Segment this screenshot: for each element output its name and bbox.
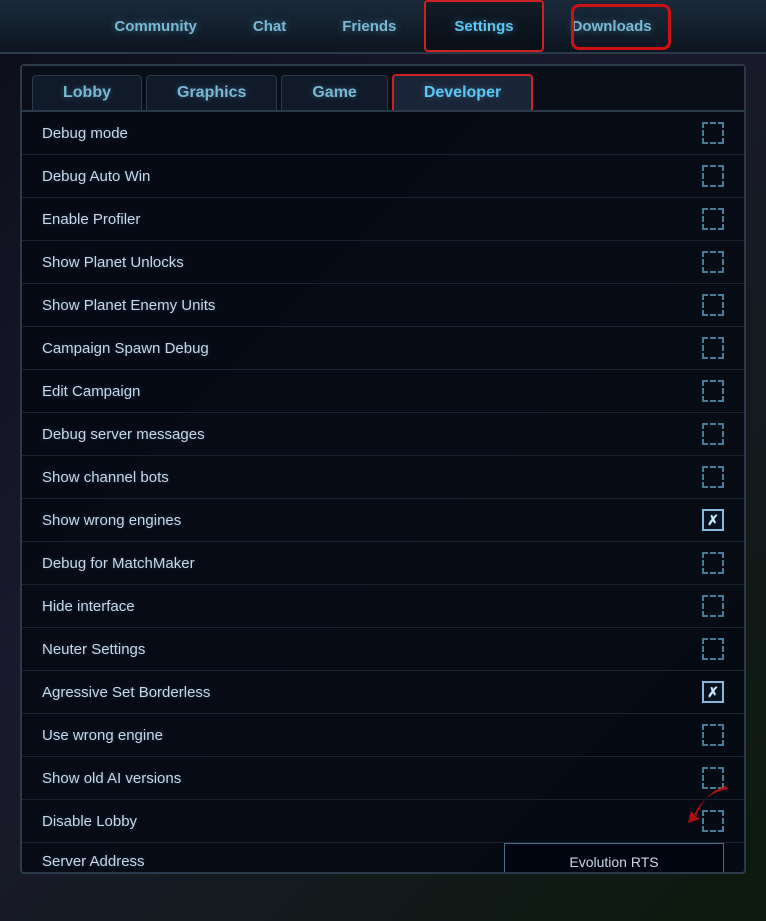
setting-row-2: Enable Profiler: [22, 198, 744, 241]
setting-label-disable-lobby: Disable Lobby: [42, 813, 137, 830]
settings-rows: Debug mode Debug Auto Win Enable Profiler S…: [22, 112, 744, 800]
nav-community[interactable]: Community: [86, 0, 225, 52]
checkbox-empty-0[interactable]: [702, 122, 724, 144]
checkbox-empty-7[interactable]: [702, 423, 724, 445]
checkbox-checked-13[interactable]: ✗: [702, 681, 724, 703]
checkbox-checked-9[interactable]: ✗: [702, 509, 724, 531]
setting-label-10: Debug for MatchMaker: [42, 555, 195, 572]
setting-row-14: Use wrong engine: [22, 714, 744, 757]
setting-row-12: Neuter Settings: [22, 628, 744, 671]
setting-row-5: Campaign Spawn Debug: [22, 327, 744, 370]
checkbox-empty-5[interactable]: [702, 337, 724, 359]
setting-row-15: Show old AI versions: [22, 757, 744, 800]
nav-friends[interactable]: Friends: [314, 0, 424, 52]
sub-tabs: Lobby Graphics Game Developer: [22, 66, 744, 112]
dropdown-item-evolution-rts[interactable]: Evolution RTS: [505, 844, 723, 872]
checkbox-empty-14[interactable]: [702, 724, 724, 746]
setting-row-4: Show Planet Enemy Units: [22, 284, 744, 327]
setting-row-11: Hide interface: [22, 585, 744, 628]
setting-label-7: Debug server messages: [42, 426, 205, 443]
tab-lobby[interactable]: Lobby: [32, 75, 142, 110]
checkbox-empty-15[interactable]: [702, 767, 724, 789]
tab-game[interactable]: Game: [281, 75, 387, 110]
setting-row-6: Edit Campaign: [22, 370, 744, 413]
checkbox-empty-12[interactable]: [702, 638, 724, 660]
setting-row-1: Debug Auto Win: [22, 155, 744, 198]
setting-row-0: Debug mode: [22, 112, 744, 155]
setting-label-4: Show Planet Enemy Units: [42, 297, 215, 314]
checkbox-empty-11[interactable]: [702, 595, 724, 617]
checkbox-empty-2[interactable]: [702, 208, 724, 230]
setting-row-server-address: Server Address Evolution RTS EvoRTS Dev …: [22, 843, 744, 872]
checkbox-empty-4[interactable]: [702, 294, 724, 316]
nav-chat[interactable]: Chat: [225, 0, 314, 52]
setting-label-0: Debug mode: [42, 125, 128, 142]
setting-label-13: Agressive Set Borderless: [42, 684, 210, 701]
checkbox-empty-1[interactable]: [702, 165, 724, 187]
setting-label-8: Show channel bots: [42, 469, 169, 486]
top-nav: Community Chat Friends Settings Download…: [0, 0, 766, 54]
nav-settings[interactable]: Settings: [424, 0, 543, 52]
checkbox-disable-lobby[interactable]: [702, 810, 724, 832]
nav-downloads[interactable]: Downloads: [544, 0, 680, 52]
checkbox-empty-10[interactable]: [702, 552, 724, 574]
checkbox-empty-6[interactable]: [702, 380, 724, 402]
setting-label-6: Edit Campaign: [42, 383, 140, 400]
setting-label-9: Show wrong engines: [42, 512, 181, 529]
setting-label-14: Use wrong engine: [42, 727, 163, 744]
setting-row-9: Show wrong engines ✗: [22, 499, 744, 542]
settings-list[interactable]: Debug mode Debug Auto Win Enable Profiler S…: [22, 112, 744, 872]
checkbox-empty-8[interactable]: [702, 466, 724, 488]
tab-developer[interactable]: Developer: [392, 74, 533, 110]
setting-row-7: Debug server messages: [22, 413, 744, 456]
engine-dropdown-popup[interactable]: Evolution RTS EvoRTS Dev Generic The Cur…: [504, 843, 724, 872]
setting-label-1: Debug Auto Win: [42, 168, 150, 185]
setting-row-10: Debug for MatchMaker: [22, 542, 744, 585]
setting-label-3: Show Planet Unlocks: [42, 254, 184, 271]
setting-label-server-address: Server Address: [42, 843, 145, 870]
checkbox-empty-3[interactable]: [702, 251, 724, 273]
setting-row-13: Agressive Set Borderless ✗: [22, 671, 744, 714]
main-panel: Lobby Graphics Game Developer Debug mode…: [20, 64, 746, 874]
setting-label-15: Show old AI versions: [42, 770, 181, 787]
setting-row-3: Show Planet Unlocks: [22, 241, 744, 284]
setting-label-12: Neuter Settings: [42, 641, 145, 658]
setting-row-8: Show channel bots: [22, 456, 744, 499]
setting-row-disable-lobby: Disable Lobby: [22, 800, 744, 843]
setting-label-5: Campaign Spawn Debug: [42, 340, 209, 357]
setting-label-11: Hide interface: [42, 598, 135, 615]
tab-graphics[interactable]: Graphics: [146, 75, 277, 110]
setting-label-2: Enable Profiler: [42, 211, 140, 228]
